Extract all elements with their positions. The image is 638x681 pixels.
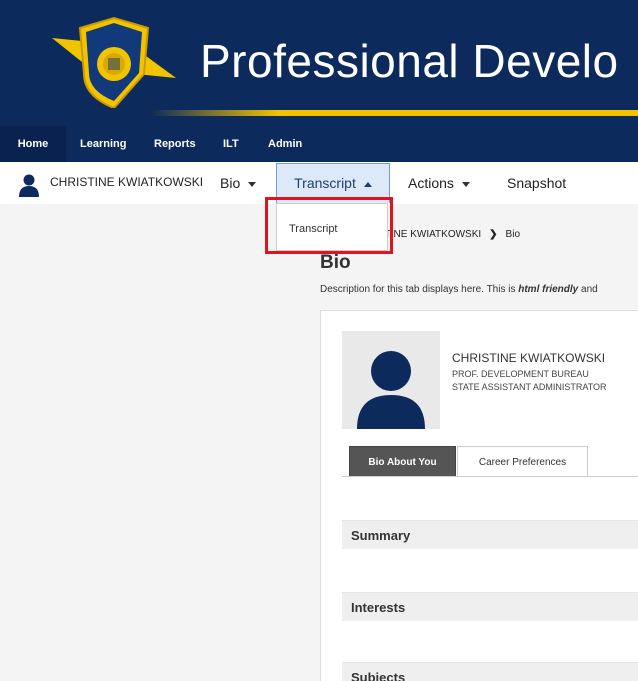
nav-learning[interactable]: Learning — [80, 126, 126, 162]
nav-ilt[interactable]: ILT — [223, 126, 239, 162]
chevron-right-icon: ❯ — [489, 229, 498, 240]
tab-transcript-label: Transcript — [294, 175, 356, 191]
page-title: Bio — [320, 252, 351, 273]
breadcrumb: STINE KWIATKOWSKI ❯ Bio — [378, 229, 520, 240]
page-description-emphasis: html friendly — [518, 284, 579, 295]
breadcrumb-current: Bio — [505, 229, 520, 240]
section-interests-label: Interests — [351, 600, 406, 615]
site-title: Professional Develo — [200, 35, 619, 87]
section-summary[interactable]: Summary — [342, 520, 638, 549]
tab-snapshot-label: Snapshot — [507, 175, 567, 191]
chevron-up-icon — [363, 181, 372, 187]
tab-bio-about-you[interactable]: Bio About You — [349, 446, 456, 477]
avatar-placeholder-icon — [357, 351, 425, 429]
michigan-state-police-logo-icon[interactable] — [52, 16, 176, 108]
profile-department: PROF. DEVELOPMENT BUREAU — [452, 369, 589, 379]
tab-actions[interactable]: Actions — [408, 162, 470, 204]
tab-actions-label: Actions — [408, 175, 454, 191]
avatar — [342, 331, 440, 429]
section-subjects-label: Subjects — [351, 670, 406, 681]
page-description: Description for this tab displays here. … — [320, 284, 598, 295]
user-icon — [19, 174, 39, 197]
highlight-box — [265, 197, 393, 254]
user-name: CHRISTINE KWIATKOWSKI — [50, 175, 204, 189]
page-description-text: Description for this tab displays here. … — [320, 284, 519, 295]
breadcrumb-user[interactable]: STINE KWIATKOWSKI — [378, 229, 481, 240]
tab-bio[interactable]: Bio — [220, 162, 257, 204]
profile-position: STATE ASSISTANT ADMINISTRATOR — [452, 382, 607, 392]
banner-gold-stripe — [150, 110, 638, 116]
tab-career-preferences[interactable]: Career Preferences — [457, 446, 588, 477]
chevron-down-icon — [461, 181, 470, 187]
tab-bio-label: Bio — [220, 175, 241, 191]
tab-snapshot[interactable]: Snapshot — [507, 162, 566, 204]
nav-admin[interactable]: Admin — [268, 126, 302, 162]
nav-reports[interactable]: Reports — [154, 126, 196, 162]
main-nav: Home Learning Reports ILT Admin — [0, 126, 638, 162]
section-subjects[interactable]: Subjects — [342, 662, 638, 681]
site-banner: Professional Develo — [0, 0, 638, 126]
section-interests[interactable]: Interests — [342, 592, 638, 621]
nav-home[interactable]: Home — [0, 126, 66, 162]
section-summary-label: Summary — [351, 528, 411, 543]
chevron-down-icon — [248, 181, 257, 187]
page-description-suffix: and — [578, 284, 598, 295]
tab-divider — [342, 476, 638, 477]
profile-name: CHRISTINE KWIATKOWSKI — [452, 351, 606, 365]
